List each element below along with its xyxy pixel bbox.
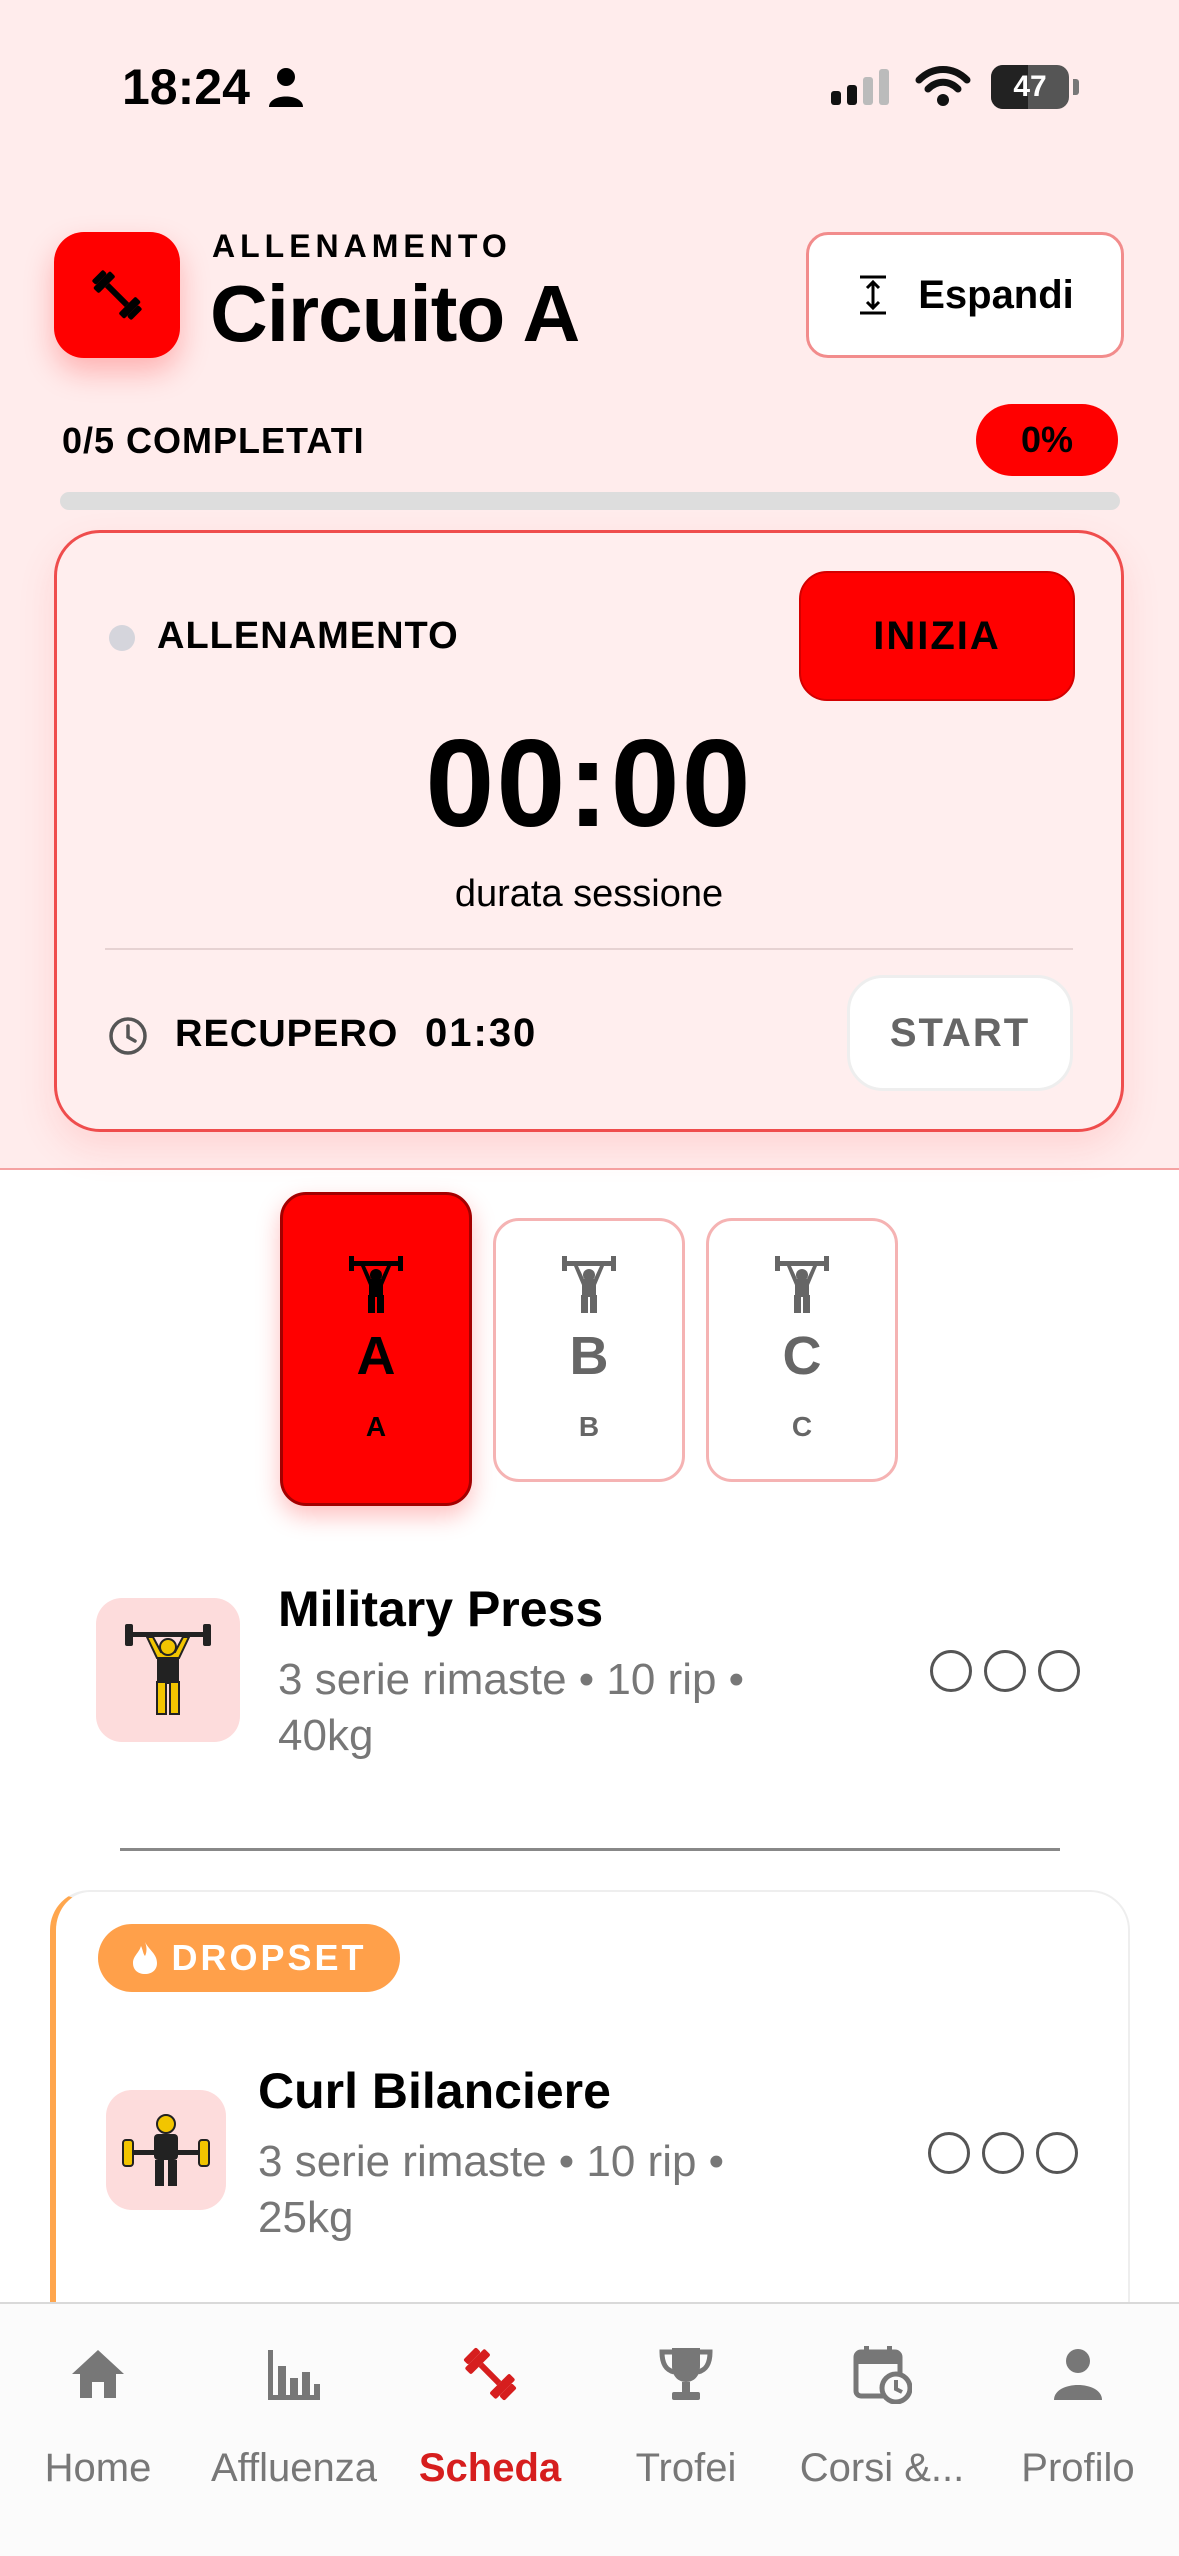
person-icon — [1054, 2349, 1102, 2400]
set-circle[interactable] — [984, 1650, 1026, 1692]
battery-tip — [1073, 79, 1079, 95]
tab-sub: A — [365, 1411, 387, 1442]
rest-label: RECUPERO — [175, 1013, 399, 1055]
timer-caption: durata sessione — [454, 873, 724, 915]
status-icons: 47 — [831, 62, 1079, 112]
tab-letter: A — [356, 1326, 396, 1386]
exercise-thumbnail — [96, 1598, 240, 1742]
dumbbell-icon — [92, 270, 142, 320]
set-circle[interactable] — [1036, 2132, 1078, 2174]
wifi-icon — [915, 66, 971, 106]
header-kicker: ALLENAMENTO — [212, 228, 512, 264]
person-status-icon — [269, 68, 303, 107]
workout-header-area: 18:24 47 ALLENAMENTO Circuito A Espandi … — [0, 0, 1179, 1170]
exercise-thumbnail — [106, 2090, 226, 2210]
nav-trofei[interactable]: Trofei — [588, 2344, 784, 2491]
rest-start-button[interactable]: START — [847, 975, 1073, 1091]
nav-label: Corsi &... — [799, 2446, 965, 2490]
dropset-label: DROPSET — [171, 1937, 367, 1978]
nav-label: Scheda — [418, 2446, 562, 2490]
dropset-badge: DROPSET — [98, 1924, 400, 1992]
rest-time: 01:30 — [425, 1011, 538, 1055]
exercise-name: Military Press — [278, 1581, 604, 1637]
status-time: 18:24 — [122, 59, 250, 115]
exercise-item-dropset[interactable]: DROPSET Curl Bilanciere 3 serie rimaste … — [50, 1890, 1130, 2310]
set-circle[interactable] — [930, 1650, 972, 1692]
tab-sub: C — [791, 1411, 813, 1442]
exercise-details: 3 serie rimaste • 10 rip • 25kg — [258, 2137, 725, 2242]
expand-button[interactable]: Espandi — [806, 232, 1124, 358]
tab-workout-a[interactable]: A A — [280, 1192, 472, 1506]
bar-chart-icon — [268, 2350, 320, 2400]
status-dot — [109, 625, 135, 651]
exercise-name: Curl Bilanciere — [258, 2063, 611, 2119]
expand-label: Espandi — [918, 272, 1074, 317]
battery-level: 47 — [1013, 70, 1047, 103]
calendar-clock-icon — [853, 2346, 912, 2404]
workout-logo — [54, 232, 180, 358]
nav-corsi[interactable]: Corsi &... — [784, 2344, 980, 2491]
weightlifter-icon — [775, 1256, 829, 1313]
start-workout-button[interactable]: INIZIA — [799, 571, 1075, 701]
tab-letter: C — [782, 1326, 822, 1386]
barbell-curl-icon — [122, 2114, 210, 2186]
set-circle[interactable] — [928, 2132, 970, 2174]
tab-workout-c[interactable]: C C — [706, 1218, 898, 1482]
tab-workout-b[interactable]: B B — [493, 1218, 685, 1482]
card-divider — [105, 948, 1073, 950]
trophy-icon — [659, 2348, 713, 2400]
workout-day-tabs: A A B B C C — [0, 1190, 1179, 1520]
session-timer-card: ALLENAMENTO INIZIA 00:00 durata sessione… — [54, 530, 1124, 1132]
nav-affluenza[interactable]: Affluenza — [196, 2344, 392, 2491]
dumbbell-icon — [463, 2347, 517, 2401]
flame-icon — [133, 1942, 158, 1974]
nav-label: Affluenza — [210, 2446, 378, 2490]
progress-percent-badge: 0% — [976, 404, 1118, 476]
nav-label: Trofei — [635, 2446, 737, 2490]
weightlifter-icon — [349, 1256, 403, 1313]
session-timer: 00:00 — [425, 715, 753, 853]
tab-letter: B — [569, 1326, 609, 1386]
battery-indicator: 47 — [991, 65, 1069, 109]
expand-icon — [860, 275, 887, 315]
set-circle[interactable] — [1038, 1650, 1080, 1692]
clock-icon — [109, 1017, 147, 1055]
nav-label: Profilo — [1021, 2446, 1135, 2490]
set-circle[interactable] — [982, 2132, 1024, 2174]
set-indicators — [928, 2132, 1078, 2174]
nav-label: Home — [44, 2446, 152, 2490]
cellular-signal-icon — [831, 69, 889, 105]
military-press-icon — [125, 1624, 211, 1715]
tab-sub: B — [578, 1411, 600, 1442]
page-title: Circuito A — [210, 269, 580, 358]
exercise-details: 3 serie rimaste • 10 rip • 40kg — [278, 1655, 745, 1760]
nav-home[interactable]: Home — [0, 2344, 196, 2491]
progress-label: 0/5 COMPLETATI — [62, 420, 365, 461]
session-label: ALLENAMENTO — [157, 615, 459, 657]
progress-bar — [60, 492, 1120, 510]
set-indicators — [930, 1650, 1080, 1692]
nav-profilo[interactable]: Profilo — [980, 2344, 1176, 2491]
weightlifter-icon — [562, 1256, 616, 1313]
bottom-tab-bar: Home Affluenza Scheda Trofei Corsi &... … — [0, 2302, 1179, 2556]
home-icon — [72, 2350, 124, 2398]
list-divider — [120, 1848, 1060, 1851]
nav-scheda[interactable]: Scheda — [392, 2344, 588, 2491]
